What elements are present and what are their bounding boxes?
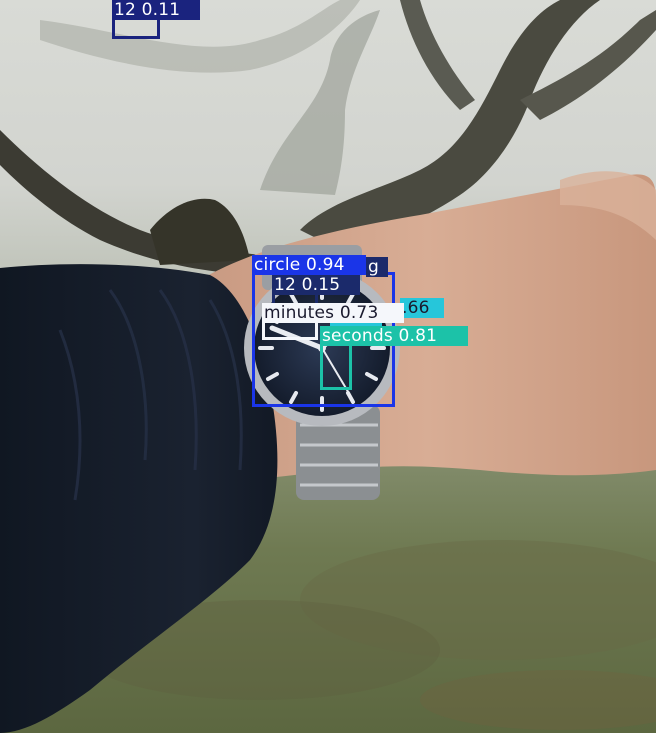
detection-label-minutes: minutes 0.73 bbox=[262, 303, 404, 323]
detection-label-12-top: 12 0.11 bbox=[112, 0, 200, 20]
detection-label-hours: .66 bbox=[400, 298, 444, 318]
detection-box-12-top bbox=[112, 17, 160, 39]
detection-box-seconds bbox=[320, 342, 352, 390]
detection-label-seconds: seconds 0.81 bbox=[320, 326, 468, 346]
detection-box-minutes bbox=[262, 320, 318, 340]
detection-label-12-watch: 12 0.15 bbox=[272, 275, 360, 295]
annotated-photo: 12 0.11 g circle 0.94 12 0.15 .66 minute… bbox=[0, 0, 656, 733]
detection-label-circle: circle 0.94 bbox=[252, 255, 366, 275]
detection-label-hidden: g bbox=[366, 257, 388, 277]
